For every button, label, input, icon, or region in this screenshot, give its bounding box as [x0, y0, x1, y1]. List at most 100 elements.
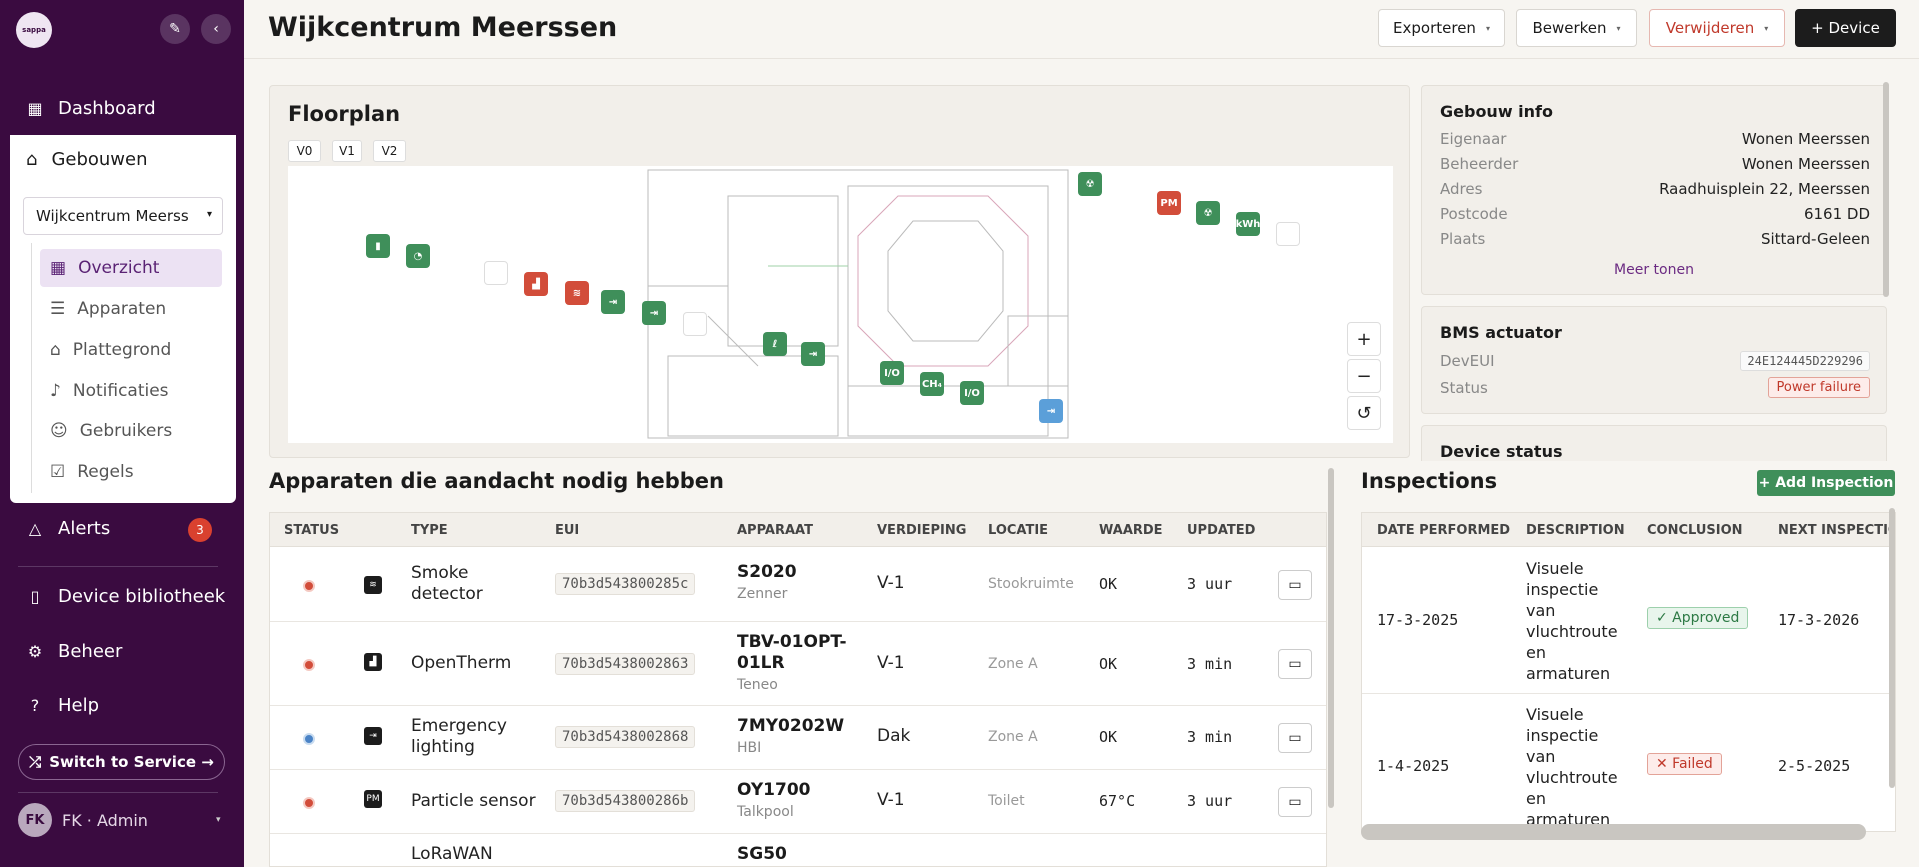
- pin-button[interactable]: ✎: [160, 14, 190, 44]
- io-marker[interactable]: I/O: [880, 361, 904, 385]
- emergency-light-marker[interactable]: ⇥: [801, 342, 825, 366]
- nav-dashboard[interactable]: ▦ Dashboard: [26, 98, 155, 119]
- column-header[interactable]: VERDIEPING: [877, 523, 966, 538]
- nav-help[interactable]: ? Help: [26, 695, 99, 716]
- sub-nav-gebruikers[interactable]: ☺ Gebruikers: [40, 412, 222, 450]
- shuffle-icon: ⤮: [29, 753, 42, 771]
- location-value: Zone A: [988, 729, 1038, 745]
- nav-beheer[interactable]: ⚙ Beheer: [26, 641, 123, 662]
- emergency-light-marker[interactable]: ⇥: [1039, 399, 1063, 423]
- devices-scrollbar[interactable]: [1328, 468, 1334, 808]
- column-header[interactable]: NEXT INSPECTION: [1778, 523, 1895, 538]
- table-row[interactable]: 17-3-2025 Visuele inspectie van vluchtro…: [1362, 548, 1895, 694]
- collapse-sidebar-button[interactable]: ‹: [201, 14, 231, 44]
- edit-button[interactable]: Bewerken ▾: [1516, 9, 1637, 47]
- comment-button[interactable]: ▭: [1278, 787, 1312, 817]
- kwh-marker[interactable]: kWh: [1236, 212, 1260, 236]
- pin-icon: ✎: [169, 21, 181, 37]
- scrollbar[interactable]: [1883, 82, 1889, 297]
- nav-alerts[interactable]: △ Alerts: [26, 518, 110, 539]
- thermometer-marker[interactable]: ℓ: [763, 332, 787, 356]
- zoom-in-button[interactable]: +: [1347, 322, 1381, 356]
- device-brand: Talkpool: [737, 804, 794, 820]
- comment-button[interactable]: ▭: [1278, 570, 1312, 600]
- show-more-link[interactable]: Meer tonen: [1422, 262, 1886, 278]
- column-header[interactable]: EUI: [555, 523, 579, 538]
- add-device-button[interactable]: + Device: [1795, 9, 1896, 47]
- opentherm-marker[interactable]: ▟: [524, 272, 548, 296]
- unknown-marker[interactable]: [484, 261, 508, 285]
- floorplan-canvas[interactable]: ▮ ◔ ▟ ≋ ⇥ ⇥ ℓ ⇥ I/O CH₄ I/O ⇥ ☢ PM ☢ kWh: [288, 166, 1393, 443]
- radiation-marker[interactable]: ☢: [1196, 201, 1220, 225]
- radiation-icon: ☢: [1203, 207, 1213, 219]
- inspections-scrollbar[interactable]: [1889, 508, 1895, 788]
- user-label: FK · Admin: [62, 810, 148, 830]
- column-header[interactable]: APPARAAT: [737, 523, 813, 538]
- table-row[interactable]: ⇥ Emergency lighting 70b3d5438002868 7MY…: [270, 706, 1326, 770]
- battery-marker[interactable]: ▮: [366, 234, 390, 258]
- comment-button[interactable]: ▭: [1278, 723, 1312, 753]
- sub-nav-plattegrond[interactable]: ⌂ Plattegrond: [40, 331, 222, 369]
- column-header[interactable]: LOCATIE: [988, 523, 1048, 538]
- building-select[interactable]: Wijkcentrum Meerss ▾: [23, 197, 223, 235]
- column-header[interactable]: CONCLUSION: [1647, 523, 1743, 538]
- app-logo[interactable]: sappa: [16, 12, 52, 48]
- ch4-marker[interactable]: CH₄: [920, 372, 944, 396]
- column-header[interactable]: WAARDE: [1099, 523, 1163, 538]
- type-line: lighting: [411, 737, 475, 757]
- status-dot: [303, 659, 315, 671]
- smoke-detector-marker[interactable]: ≋: [565, 281, 589, 305]
- switch-to-service-button[interactable]: ⤮ Switch to Service →: [18, 744, 225, 780]
- nav-library[interactable]: ▯ Device bibliotheek: [26, 586, 226, 607]
- nav-gebouwen[interactable]: ⌂ Gebouwen: [26, 149, 148, 170]
- grid-icon: ▦: [50, 258, 67, 278]
- user-menu[interactable]: FK FK · Admin: [18, 803, 148, 837]
- io-marker[interactable]: I/O: [960, 381, 984, 405]
- status-dot: [303, 797, 315, 809]
- column-header[interactable]: UPDATED: [1187, 523, 1255, 538]
- add-inspection-button[interactable]: + Add Inspection: [1757, 470, 1895, 496]
- table-row[interactable]: ≋ Smoke detector 70b3d543800285c S2020 Z…: [270, 548, 1326, 622]
- table-row[interactable]: 1-4-2025 Visuele inspectie van vluchtrou…: [1362, 694, 1895, 831]
- table-row[interactable]: PM Particle sensor 70b3d543800286b OY170…: [270, 770, 1326, 834]
- export-label: Exporteren: [1393, 19, 1476, 37]
- emergency-light-marker[interactable]: ⇥: [642, 301, 666, 325]
- column-header[interactable]: STATUS: [284, 523, 339, 538]
- broken-image-marker[interactable]: [683, 312, 707, 336]
- comment-button[interactable]: ▭: [1278, 649, 1312, 679]
- column-header[interactable]: DESCRIPTION: [1526, 523, 1625, 538]
- radiation-icon: ☢: [1085, 178, 1095, 190]
- description-line: en: [1526, 643, 1546, 662]
- floor-value: V-1: [877, 790, 905, 810]
- location-value: Zone A: [988, 656, 1038, 672]
- floor-tab-v0[interactable]: V0: [288, 140, 321, 162]
- divider: [18, 566, 218, 567]
- column-header[interactable]: TYPE: [411, 523, 448, 538]
- device-name: S2020: [737, 562, 797, 582]
- users-icon: ☺: [50, 421, 68, 441]
- table-row[interactable]: LoRaWAN SG50: [270, 834, 1326, 866]
- broken-image-marker[interactable]: [1276, 222, 1300, 246]
- inspections-horizontal-scrollbar[interactable]: [1361, 824, 1866, 840]
- sub-nav-notificaties[interactable]: ♪ Notificaties: [40, 372, 222, 410]
- sub-nav-regels[interactable]: ☑ Regels: [40, 453, 222, 491]
- radiation-marker[interactable]: ☢: [1078, 172, 1102, 196]
- particle-sensor-marker[interactable]: PM: [1157, 191, 1181, 215]
- table-row[interactable]: ▟ OpenTherm 70b3d5438002863 TBV-01OPT- 0…: [270, 622, 1326, 706]
- floor-tab-v2[interactable]: V2: [373, 140, 406, 162]
- info-row: DevEUI 24E124445D229296: [1440, 351, 1870, 371]
- export-button[interactable]: Exporteren ▾: [1378, 9, 1505, 47]
- reset-view-button[interactable]: ↺: [1347, 396, 1381, 430]
- particle-sensor-icon: PM: [364, 790, 382, 808]
- gauge-marker[interactable]: ◔: [406, 244, 430, 268]
- emergency-light-marker[interactable]: ⇥: [601, 290, 625, 314]
- column-header[interactable]: DATE PERFORMED: [1377, 523, 1510, 538]
- zoom-out-button[interactable]: −: [1347, 359, 1381, 393]
- floor-value: V-1: [877, 573, 905, 593]
- sub-nav-apparaten[interactable]: ☰ Apparaten: [40, 290, 222, 328]
- floor-tab-v1[interactable]: V1: [332, 140, 362, 162]
- info-key: Eigenaar: [1440, 130, 1507, 148]
- buildings-panel: ⌂ Gebouwen Wijkcentrum Meerss ▾ ▦ Overzi…: [10, 135, 236, 503]
- sub-nav-overzicht[interactable]: ▦ Overzicht: [40, 249, 222, 287]
- delete-button[interactable]: Verwijderen ▾: [1649, 9, 1785, 47]
